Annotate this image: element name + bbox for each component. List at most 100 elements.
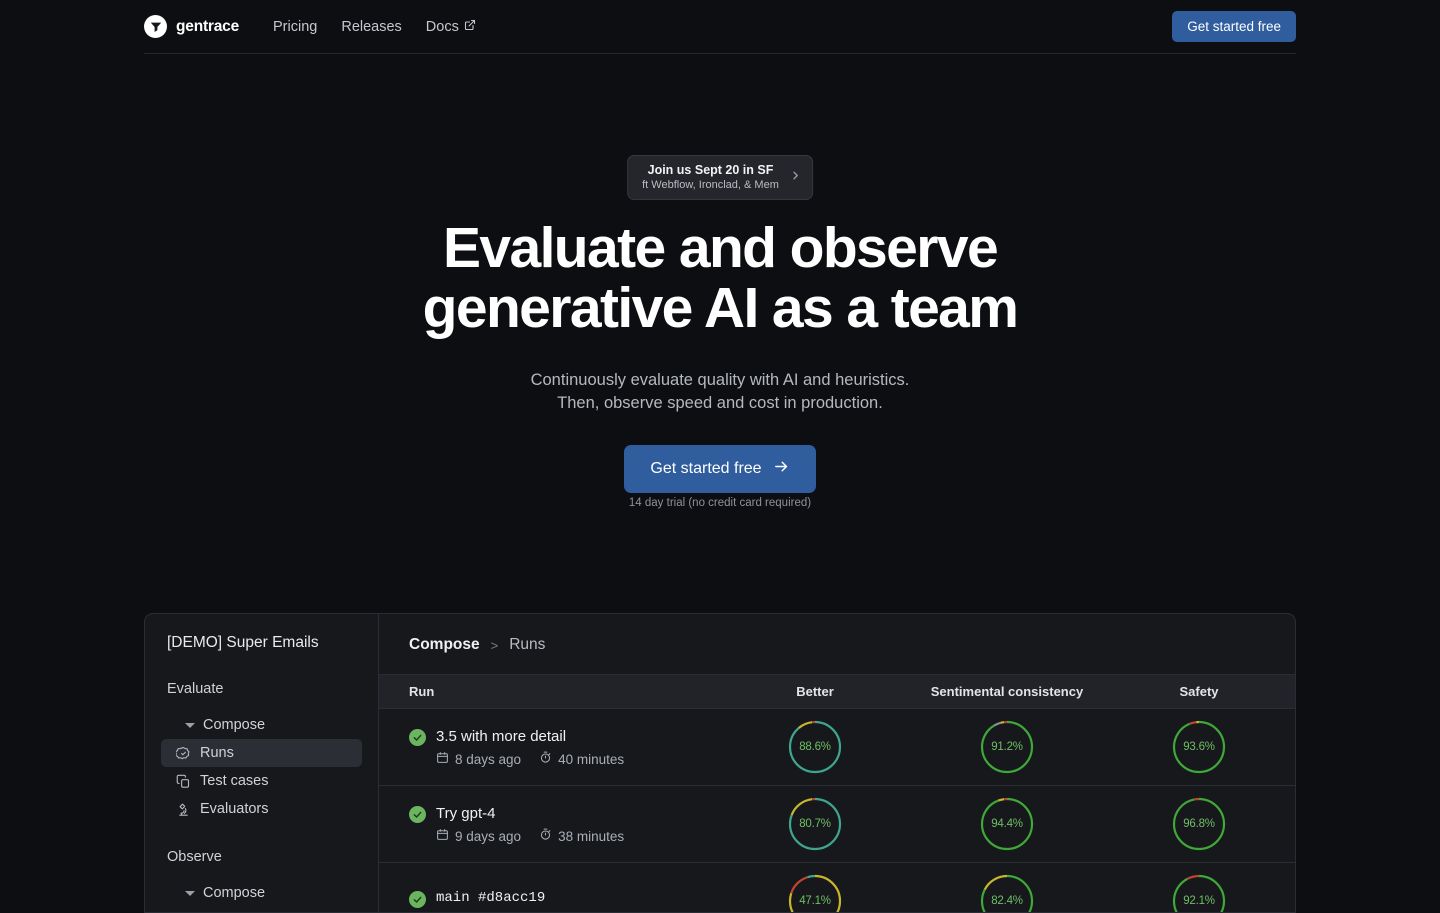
metric-value: 80.7% <box>786 795 844 853</box>
run-name[interactable]: main #d8acc19 <box>436 889 545 908</box>
nav-link-docs[interactable]: Docs <box>414 19 488 35</box>
run-meta: 8 days ago40 minutes <box>436 751 624 767</box>
column-header-sentimental-consistency[interactable]: Sentimental consistency <box>911 675 1103 709</box>
run-cell: Try gpt-4 9 days ago 38 minutes <box>379 786 719 863</box>
app-preview-panel: [DEMO] Super Emails Evaluate Compose Run… <box>144 613 1296 913</box>
runs-table-head: Run Better Sentimental consistency Safet… <box>379 675 1295 709</box>
metric-value: 47.1% <box>786 872 844 913</box>
sidebar-compose-observe-label: Compose <box>203 885 265 901</box>
announcement-line1: Join us Sept 20 in SF <box>642 163 779 178</box>
column-header-better[interactable]: Better <box>719 675 911 709</box>
run-info: main #d8acc19 <box>436 889 545 913</box>
column-header-run[interactable]: Run <box>379 675 719 709</box>
sidebar-compose-evaluate-label: Compose <box>203 717 265 733</box>
project-title: [DEMO] Super Emails <box>145 634 378 652</box>
sidebar-group-observe: Observe <box>145 849 378 865</box>
metric-value: 93.6% <box>1170 718 1228 776</box>
headline-line-2: generative AI as a team <box>423 276 1018 340</box>
page-title: Evaluate and observe generative AI as a … <box>0 218 1440 338</box>
brand-name: gentrace <box>176 18 239 36</box>
hero-subtitle: Continuously evaluate quality with AI an… <box>0 369 1440 415</box>
announcement-text: Join us Sept 20 in SF ft Webflow, Ironcl… <box>642 163 779 192</box>
subtitle-line-2: Then, observe speed and cost in producti… <box>557 394 883 412</box>
hero-get-started-button[interactable]: Get started free <box>624 445 815 493</box>
metric-donut[interactable]: 80.7% <box>786 795 844 853</box>
chevron-down-icon <box>185 723 195 728</box>
run-cell: main #d8acc19 <box>379 863 719 913</box>
brand-logo[interactable]: gentrace <box>144 15 239 38</box>
sidebar-spacer <box>145 823 378 849</box>
metric-cell-better: 88.6% <box>719 709 911 786</box>
metric-donut[interactable]: 82.4% <box>978 872 1036 913</box>
run-date: 9 days ago <box>436 828 521 844</box>
metric-donut[interactable]: 88.6% <box>786 718 844 776</box>
nav-link-docs-label: Docs <box>426 19 459 35</box>
sidebar-item-runs-label: Runs <box>200 745 234 761</box>
announcement-line2: ft Webflow, Ironclad, & Mem <box>642 178 779 192</box>
sidebar-item-evaluators-label: Evaluators <box>200 801 269 817</box>
headline-line-1: Evaluate and observe <box>443 216 997 280</box>
calendar-icon <box>436 828 449 844</box>
sidebar-item-test-cases-label: Test cases <box>200 773 269 789</box>
announcement-banner[interactable]: Join us Sept 20 in SF ft Webflow, Ironcl… <box>627 155 813 200</box>
nav-link-releases[interactable]: Releases <box>329 19 413 35</box>
run-cell: 3.5 with more detail 8 days ago40 minute… <box>379 709 719 786</box>
table-row[interactable]: 3.5 with more detail 8 days ago40 minute… <box>379 709 1295 786</box>
funnel-icon <box>144 15 167 38</box>
breadcrumb-parent[interactable]: Compose <box>409 636 480 654</box>
metric-donut[interactable]: 47.1% <box>786 872 844 913</box>
hero-cta-label: Get started free <box>650 460 761 478</box>
metric-donut[interactable]: 94.4% <box>978 795 1036 853</box>
stopwatch-icon <box>539 751 552 767</box>
breadcrumb-current[interactable]: Runs <box>509 636 545 654</box>
column-header-safety[interactable]: Safety <box>1103 675 1295 709</box>
metric-value: 91.2% <box>978 718 1036 776</box>
check-circle-icon <box>409 729 426 746</box>
run-duration: 40 minutes <box>539 751 624 767</box>
trial-note: 14 day trial (no credit card required) <box>0 497 1440 509</box>
run-meta: 9 days ago 38 minutes <box>436 828 624 844</box>
sidebar-item-compose-evaluate[interactable]: Compose <box>145 711 378 739</box>
table-row[interactable]: main #d8acc19 47.1% 82.4% 92.1% <box>379 863 1295 913</box>
external-link-icon <box>464 19 476 35</box>
sidebar-item-evaluators[interactable]: Evaluators <box>161 795 362 823</box>
metric-donut[interactable]: 91.2% <box>978 718 1036 776</box>
metric-donut[interactable]: 96.8% <box>1170 795 1228 853</box>
sidebar-item-runs[interactable]: Runs <box>161 739 362 767</box>
hero-cta-wrap: Get started free <box>0 445 1440 493</box>
app-sidebar: [DEMO] Super Emails Evaluate Compose Run… <box>145 614 379 912</box>
run-name[interactable]: 3.5 with more detail <box>436 727 624 746</box>
check-badge-icon <box>175 745 191 761</box>
nav-left-group: gentrace Pricing Releases Docs <box>144 15 488 38</box>
run-info: 3.5 with more detail 8 days ago40 minute… <box>436 727 624 767</box>
calendar-icon <box>436 751 449 767</box>
run-info: Try gpt-4 9 days ago 38 minutes <box>436 804 624 844</box>
check-circle-icon <box>409 806 426 823</box>
sidebar-item-compose-observe[interactable]: Compose <box>145 879 378 907</box>
app-main: Compose > Runs Run Better Sentimental co… <box>379 614 1295 912</box>
metric-value: 82.4% <box>978 872 1036 913</box>
metric-donut[interactable]: 92.1% <box>1170 872 1228 913</box>
metric-cell-safety: 92.1% <box>1103 863 1295 913</box>
nav-link-releases-label: Releases <box>341 19 401 35</box>
table-row[interactable]: Try gpt-4 9 days ago 38 minutes 80.7% 94.… <box>379 786 1295 863</box>
metric-value: 96.8% <box>1170 795 1228 853</box>
metric-cell-sentimental-consistency: 94.4% <box>911 786 1103 863</box>
runs-table: Run Better Sentimental consistency Safet… <box>379 674 1295 913</box>
run-duration: 38 minutes <box>539 828 624 844</box>
metric-donut[interactable]: 93.6% <box>1170 718 1228 776</box>
runs-table-body: 3.5 with more detail 8 days ago40 minute… <box>379 709 1295 913</box>
metric-value: 94.4% <box>978 795 1036 853</box>
sidebar-item-test-cases[interactable]: Test cases <box>161 767 362 795</box>
breadcrumb-separator: > <box>491 638 499 653</box>
nav-link-pricing[interactable]: Pricing <box>261 19 329 35</box>
chevron-right-icon <box>789 169 802 186</box>
microscope-icon <box>175 801 191 817</box>
metric-cell-safety: 93.6% <box>1103 709 1295 786</box>
metric-cell-safety: 96.8% <box>1103 786 1295 863</box>
run-name[interactable]: Try gpt-4 <box>436 804 624 823</box>
metric-cell-sentimental-consistency: 82.4% <box>911 863 1103 913</box>
nav-get-started-button[interactable]: Get started free <box>1172 11 1296 42</box>
subtitle-line-1: Continuously evaluate quality with AI an… <box>531 371 910 389</box>
chevron-down-icon <box>185 891 195 896</box>
